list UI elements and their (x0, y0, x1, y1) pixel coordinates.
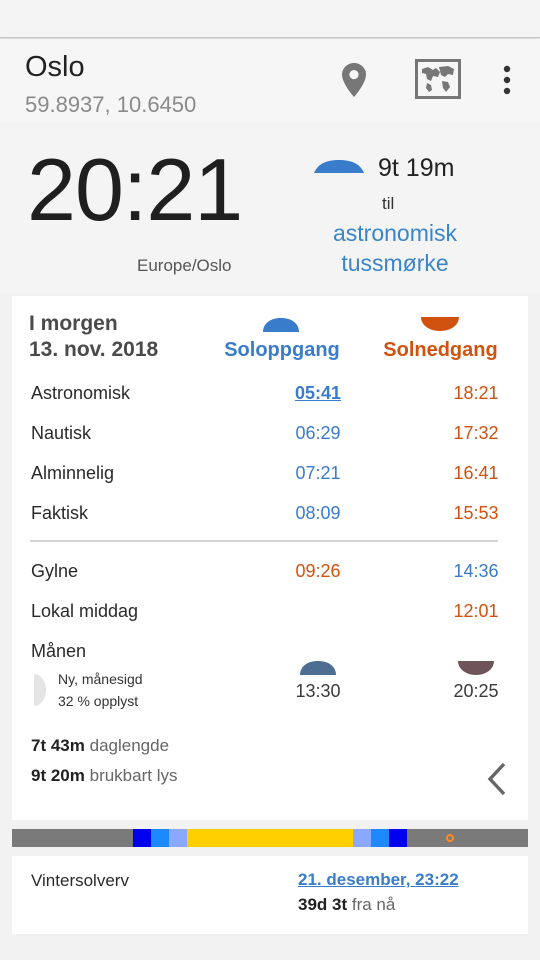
daylength-label: daglengde (89, 736, 170, 755)
solstice-label: Vintersolverv (31, 871, 129, 890)
moonset-time[interactable]: 20:25 (431, 681, 521, 702)
daylight-timeline[interactable] (12, 829, 528, 847)
world-map-icon[interactable] (415, 59, 461, 104)
solstice-countdown: 39d 3t fra nå (298, 895, 395, 915)
timeline-astronomical-morning (133, 829, 151, 847)
day-label: I morgen (29, 312, 118, 335)
row-actual-label: Faktisk (31, 503, 89, 523)
time-until-next: 9t 19m (378, 154, 455, 182)
timeline-now-marker (446, 834, 454, 842)
sunrise-icon (263, 318, 299, 337)
daylength-value: 7t 43m (31, 736, 85, 755)
day-card: I morgen 13. nov. 2018 Soloppgang Solned… (12, 296, 528, 820)
row-astronomical-label: Astronomisk (31, 383, 131, 403)
row-nautical-label: Nautisk (31, 423, 92, 443)
current-time-section: 20:21 Europe/Oslo 9t 19m til astronomisk… (0, 122, 540, 294)
next-event-name[interactable]: astronomisk tussmørke (300, 218, 490, 278)
moonrise-time[interactable]: 13:30 (273, 681, 363, 702)
timezone: Europe/Oslo (137, 256, 232, 275)
next-event-line2: tussmørke (341, 250, 449, 276)
current-time: 20:21 (27, 140, 243, 239)
actual-rise-time[interactable]: 08:09 (273, 503, 363, 524)
civil-set-time[interactable]: 16:41 (431, 463, 521, 484)
row-moon-label: Månen (31, 641, 87, 661)
usable-light-label: brukbart lys (89, 766, 178, 785)
daylength: 7t 43m daglengde (31, 736, 169, 756)
solar-noon-time[interactable]: 12:01 (431, 601, 521, 622)
date-label[interactable]: 13. nov. 2018 (29, 338, 158, 362)
moon-phase-icon (34, 674, 48, 711)
timeline-civil-evening (353, 829, 371, 847)
next-til-label: til (382, 194, 395, 213)
moon-illumination: 32 % opplyst (58, 693, 139, 709)
golden-morning-time[interactable]: 09:26 (273, 561, 363, 582)
sunrise-header: Soloppgang (224, 339, 340, 361)
nautical-set-time[interactable]: 17:32 (431, 423, 521, 444)
more-vert-icon[interactable] (497, 65, 517, 100)
moonrise-icon (300, 661, 336, 680)
moonset-icon (458, 661, 494, 680)
timeline-day (187, 829, 353, 847)
nautical-rise-time[interactable]: 06:29 (273, 423, 363, 444)
solstice-countdown-value: 39d 3t (298, 895, 348, 914)
location-pin-icon[interactable] (340, 61, 368, 104)
sunset-icon (421, 317, 459, 336)
status-bar (0, 0, 540, 38)
timeline-civil-morning (169, 829, 187, 847)
row-noon-label: Lokal middag (31, 601, 139, 621)
golden-evening-time[interactable]: 14:36 (431, 561, 521, 582)
row-golden-label: Gylne (31, 561, 79, 581)
astronomical-set-time[interactable]: 18:21 (431, 383, 521, 404)
moon-phase-text: Ny, månesigd (58, 671, 143, 687)
solstice-date-link[interactable]: 21. desember, 23:22 (298, 870, 459, 890)
timeline-nautical-evening (371, 829, 389, 847)
civil-rise-time[interactable]: 07:21 (273, 463, 363, 484)
section-divider (30, 540, 498, 542)
solstice-card: Vintersolverv 21. desember, 23:22 39d 3t… (12, 856, 528, 934)
chevron-left-icon[interactable] (486, 762, 508, 801)
astronomical-rise-time[interactable]: 05:41 (273, 383, 363, 404)
toolbar: Oslo 59.8937, 10.6450 (0, 39, 540, 122)
row-civil-label: Alminnelig (31, 463, 115, 483)
location-coords[interactable]: 59.8937, 10.6450 (25, 92, 196, 118)
usable-light: 9t 20m brukbart lys (31, 766, 177, 786)
timeline-nautical-morning (151, 829, 169, 847)
sunset-header: Solnedgang (383, 339, 498, 361)
usable-light-value: 9t 20m (31, 766, 85, 785)
sun-half-icon (314, 160, 364, 179)
solstice-countdown-label: fra nå (351, 895, 396, 914)
actual-set-time[interactable]: 15:53 (431, 503, 521, 524)
location-name[interactable]: Oslo (25, 51, 85, 84)
next-event-line1: astronomisk (333, 220, 457, 246)
timeline-astronomical-evening (389, 829, 407, 847)
